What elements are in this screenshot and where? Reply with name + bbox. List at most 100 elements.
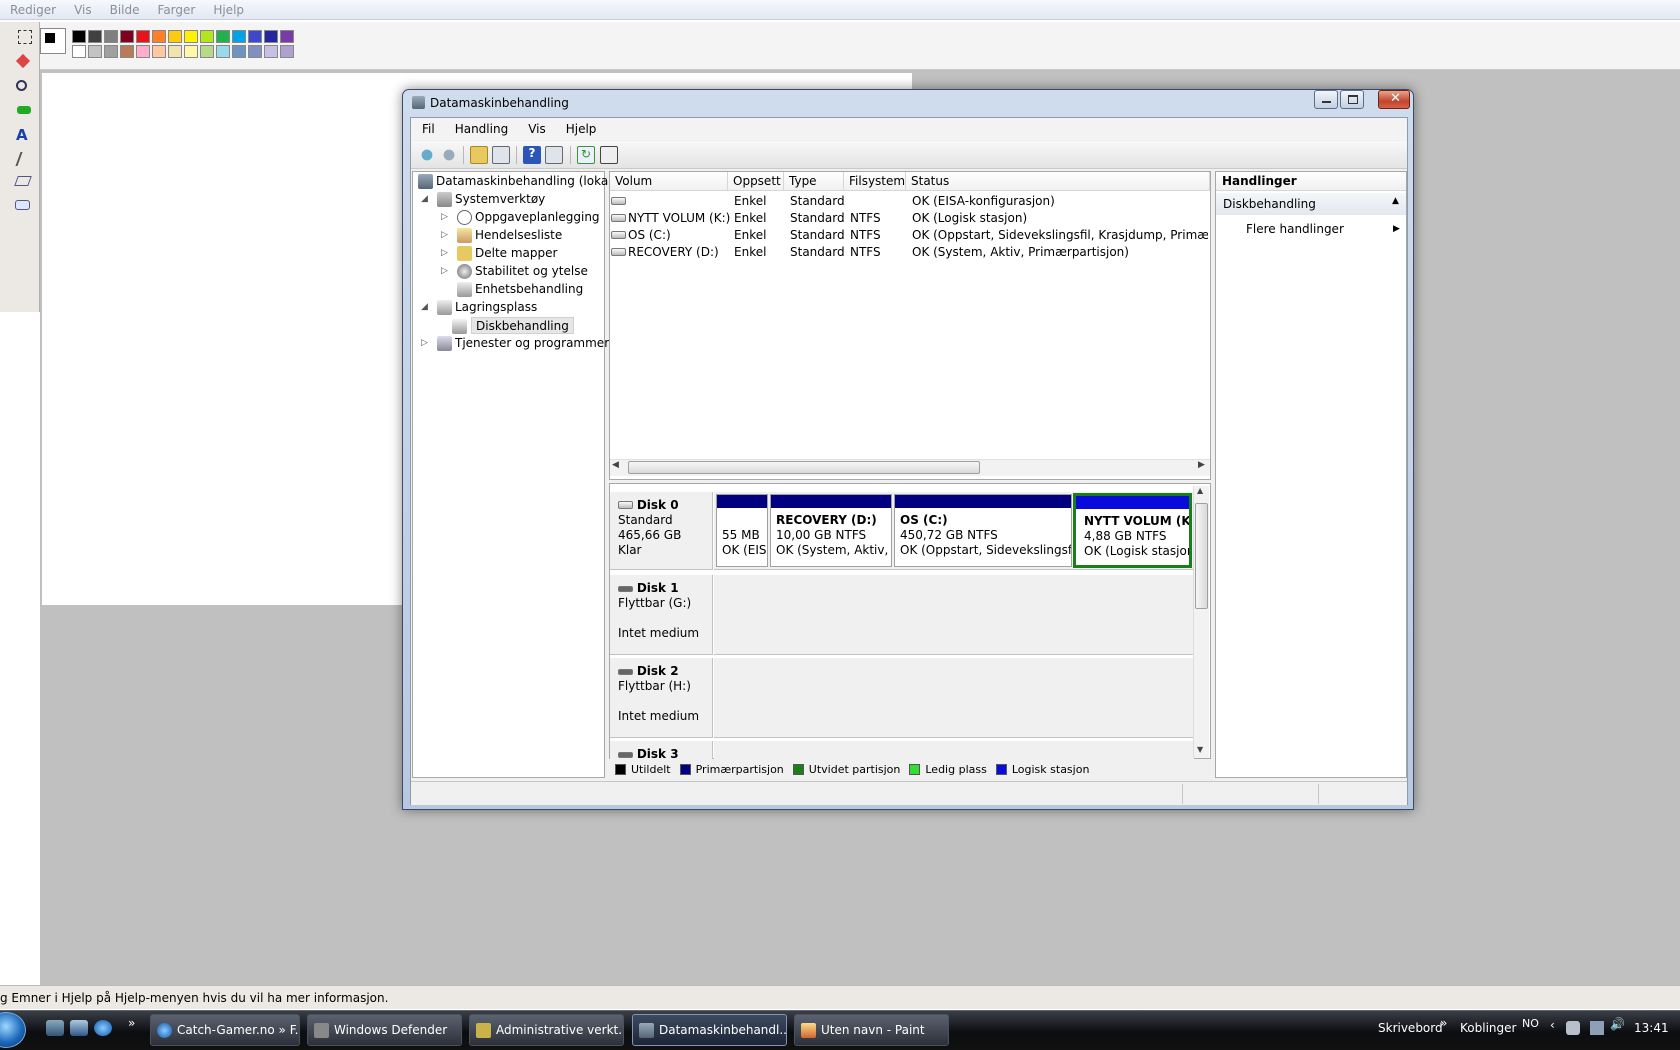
scroll-right-icon[interactable]: ▶ bbox=[1198, 460, 1205, 470]
paint-menu-vis[interactable]: Vis bbox=[74, 3, 92, 17]
color-swatch[interactable] bbox=[232, 45, 246, 58]
quicklaunch-more-icon[interactable]: » bbox=[128, 1016, 135, 1030]
menu-vis[interactable]: Vis bbox=[528, 122, 546, 136]
rounded-rect-icon[interactable] bbox=[15, 200, 30, 210]
partition-recovery[interactable]: RECOVERY (D:) 10,00 GB NTFS OK (System, Ak… bbox=[770, 494, 892, 567]
tree-item-stabilitet[interactable]: ▷ Stabilitet og ytelse bbox=[441, 263, 588, 280]
paint-menu-bilde[interactable]: Bilde bbox=[110, 3, 140, 17]
color-swatch[interactable] bbox=[120, 30, 134, 43]
color-swatch[interactable] bbox=[216, 30, 230, 43]
tree-item-root[interactable]: Datamaskinbehandling (lokal) bbox=[418, 173, 616, 190]
scroll-left-icon[interactable]: ◀ bbox=[612, 460, 619, 470]
expand-arrow-icon[interactable]: ▷ bbox=[421, 335, 429, 352]
show-hide-tree-icon[interactable] bbox=[492, 146, 510, 164]
internet-explorer-icon[interactable] bbox=[94, 1020, 112, 1036]
color-swatch[interactable] bbox=[184, 45, 198, 58]
table-row[interactable]: NYTT VOLUM (K:) Enkel Standard NTFS OK (… bbox=[610, 210, 1210, 227]
table-row[interactable]: OS (C:) Enkel Standard NTFS OK (Oppstart… bbox=[610, 227, 1210, 244]
tree-item-enhetsbehandling[interactable]: Enhetsbehandling bbox=[457, 281, 583, 298]
clock[interactable]: 13:41 bbox=[1634, 1021, 1669, 1035]
collapse-arrow-icon[interactable]: ◢ bbox=[421, 299, 429, 316]
restore-button[interactable] bbox=[1340, 90, 1364, 109]
color-swatch[interactable] bbox=[120, 45, 134, 58]
tree-item-diskbehandling[interactable]: Diskbehandling bbox=[452, 317, 574, 334]
task-paint[interactable]: Uten navn - Paint bbox=[794, 1014, 949, 1046]
disk-label-1[interactable]: Disk 1 Flyttbar (G:) Intet medium bbox=[610, 575, 713, 655]
refresh-icon[interactable]: ↻ bbox=[577, 146, 595, 164]
menu-handling[interactable]: Handling bbox=[455, 122, 509, 136]
current-colors[interactable] bbox=[40, 28, 66, 54]
color-swatch[interactable] bbox=[200, 30, 214, 43]
color-swatch[interactable] bbox=[168, 45, 182, 58]
color-swatch[interactable] bbox=[264, 45, 278, 58]
expand-arrow-icon[interactable]: ▷ bbox=[441, 263, 449, 280]
color-swatch[interactable] bbox=[104, 45, 118, 58]
color-swatch[interactable] bbox=[88, 45, 102, 58]
tree-item-systemverktoy[interactable]: ◢ Systemverktøy bbox=[421, 191, 545, 208]
partition-nytt-volum[interactable]: NYTT VOLUM (K:) 4,88 GB NTFS OK (Logisk st… bbox=[1073, 493, 1192, 568]
expand-arrow-icon[interactable]: ▷ bbox=[441, 209, 449, 226]
close-button[interactable]: ✕ bbox=[1378, 90, 1410, 109]
column-header-volum[interactable]: Volum bbox=[610, 172, 728, 191]
paint-menu-rediger[interactable]: Rediger bbox=[10, 3, 56, 17]
disk-label-0[interactable]: Disk 0 Standard 465,66 GB Klar bbox=[610, 492, 713, 570]
color-swatch[interactable] bbox=[248, 45, 262, 58]
text-tool-icon[interactable]: A bbox=[16, 126, 30, 144]
table-row[interactable]: Enkel Standard OK (EISA-konfigurasjon) bbox=[610, 193, 1210, 210]
tree-item-oppgaveplanlegging[interactable]: ▷ Oppgaveplanlegging bbox=[441, 209, 600, 226]
color-swatch[interactable] bbox=[248, 30, 262, 43]
actions-section-diskbehandling[interactable]: Diskbehandling ▲ bbox=[1216, 193, 1406, 215]
vertical-scroll-thumb[interactable] bbox=[1195, 503, 1208, 609]
color-swatch[interactable] bbox=[72, 45, 86, 58]
links-toolbar[interactable]: Koblinger bbox=[1460, 1021, 1516, 1035]
task-catch-gamer[interactable]: Catch-Gamer.no » F... bbox=[150, 1014, 300, 1046]
curve-icon[interactable] bbox=[15, 152, 35, 166]
paint-menu-hjelp[interactable]: Hjelp bbox=[213, 3, 244, 17]
network-icon[interactable] bbox=[1566, 1021, 1580, 1035]
tree-item-tjenester[interactable]: ▷ Tjenester og programmer bbox=[421, 335, 609, 352]
select-rect-icon[interactable] bbox=[18, 30, 32, 44]
polygon-icon[interactable] bbox=[14, 176, 32, 186]
color-swatch[interactable] bbox=[152, 30, 166, 43]
show-action-pane-icon[interactable] bbox=[545, 146, 563, 164]
airbrush-icon[interactable] bbox=[17, 106, 31, 114]
color-swatch[interactable] bbox=[216, 45, 230, 58]
collapse-arrow-icon[interactable]: ◢ bbox=[421, 191, 429, 208]
properties-icon[interactable] bbox=[600, 146, 618, 164]
color-swatch[interactable] bbox=[72, 30, 86, 43]
paint-menu-farger[interactable]: Farger bbox=[158, 3, 196, 17]
collapse-up-icon[interactable]: ▲ bbox=[1392, 196, 1399, 206]
display-icon[interactable] bbox=[1590, 1021, 1604, 1035]
column-header-oppsett[interactable]: Oppsett bbox=[728, 172, 784, 191]
color-swatch[interactable] bbox=[104, 30, 118, 43]
volume-icon[interactable]: 🔊 bbox=[1610, 1017, 1625, 1031]
scroll-up-icon[interactable]: ▲ bbox=[1197, 486, 1203, 495]
minimize-button[interactable] bbox=[1314, 90, 1338, 109]
menu-fil[interactable]: Fil bbox=[422, 122, 435, 136]
table-row[interactable]: RECOVERY (D:) Enkel Standard NTFS OK (Sy… bbox=[610, 244, 1210, 261]
color-swatch[interactable] bbox=[280, 45, 294, 58]
color-swatch[interactable] bbox=[200, 45, 214, 58]
expand-arrow-icon[interactable]: ▷ bbox=[441, 227, 449, 244]
expand-arrow-icon[interactable]: ▷ bbox=[441, 245, 449, 262]
column-header-status[interactable]: Status bbox=[906, 172, 1210, 191]
magnifier-icon[interactable] bbox=[16, 80, 27, 91]
switch-windows-icon[interactable] bbox=[70, 1020, 88, 1036]
color-swatch[interactable] bbox=[280, 30, 294, 43]
partition-eisa[interactable]: 55 MBOK (EISA-konfigurasjon) bbox=[716, 494, 768, 567]
color-swatch[interactable] bbox=[136, 30, 150, 43]
help-icon[interactable]: ? bbox=[523, 146, 541, 164]
show-desktop-icon[interactable] bbox=[46, 1020, 64, 1036]
column-header-filsystem[interactable]: Filsystem bbox=[844, 172, 906, 191]
desktop-toolbar[interactable]: Skrivebord bbox=[1378, 1021, 1443, 1035]
color-swatch[interactable] bbox=[152, 45, 166, 58]
tray-expand-icon[interactable]: ‹ bbox=[1550, 1018, 1555, 1032]
forward-arrow-icon[interactable] bbox=[440, 146, 458, 164]
partition-os[interactable]: OS (C:) 450,72 GB NTFS OK (Oppstart, Sidev… bbox=[894, 494, 1072, 567]
task-datamaskinbehandling[interactable]: Datamaskinbehandl... bbox=[632, 1014, 787, 1046]
color-swatch[interactable] bbox=[264, 30, 278, 43]
color-swatch[interactable] bbox=[168, 30, 182, 43]
scroll-down-icon[interactable]: ▼ bbox=[1197, 745, 1203, 754]
disk-label-3[interactable]: Disk 3 bbox=[610, 741, 713, 761]
submenu-arrow-icon[interactable]: ▶ bbox=[1393, 224, 1400, 234]
